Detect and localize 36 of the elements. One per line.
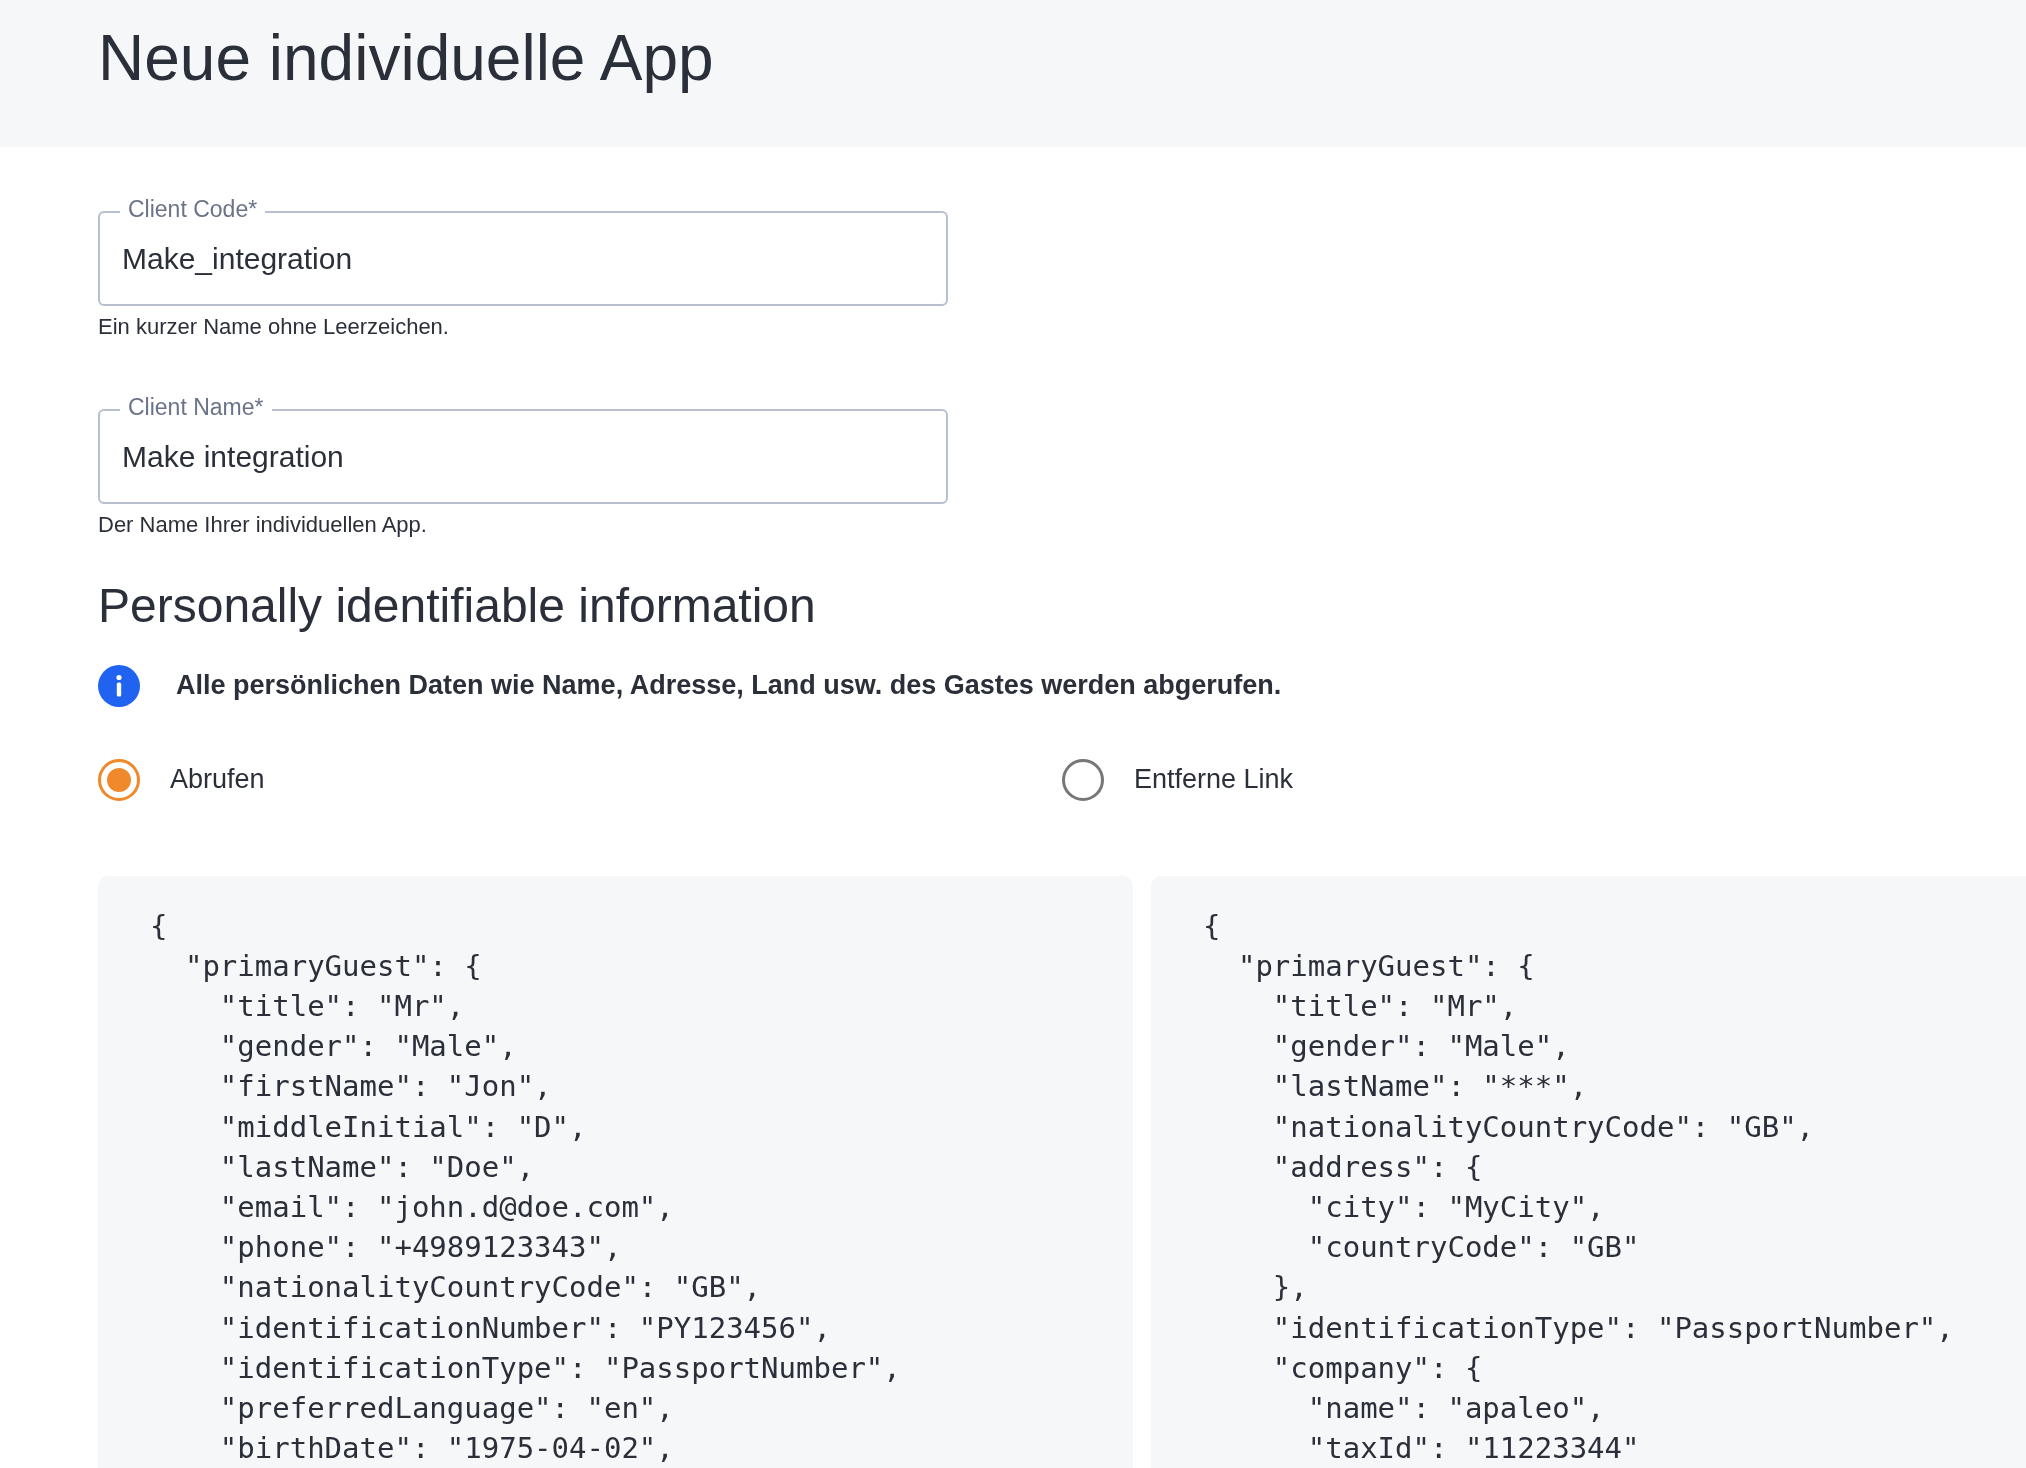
page-title: Neue individuelle App (98, 21, 714, 97)
help-text: Ein kurzer Name ohne Leerzeichen. (98, 313, 450, 341)
code-line: "primaryGuest": { (183, 947, 482, 985)
code-line: "nationalityCountryCode": "GB", (218, 1269, 762, 1307)
code-line: "lastName": "Doe", (218, 1148, 535, 1186)
code-line: "countryCode": "GB" (1306, 1229, 1640, 1267)
section-heading: Personally identifiable information (98, 578, 817, 634)
code-line: "nationalityCountryCode": "GB", (1271, 1108, 1815, 1146)
code-line: "preferredLanguage": "en", (218, 1390, 674, 1428)
radio-option[interactable]: Entferne Link (1062, 758, 2026, 801)
code-line: }, (1271, 1269, 1308, 1307)
radio-option[interactable]: Abrufen (98, 758, 1062, 801)
code-line: "company": { (1271, 1349, 1483, 1387)
info-icon (98, 664, 140, 707)
code-line: "gender": "Male", (1271, 1028, 1570, 1066)
code-line: "firstName": "Jon", (218, 1068, 552, 1106)
code-line: "gender": "Male", (218, 1028, 517, 1066)
help-text: Der Name Ihrer individuellen App. (98, 511, 428, 539)
code-line: "middleInitial": "D", (218, 1108, 587, 1146)
info-message: Alle persönlichen Daten wie Name, Adresse, Land usw. des Gastes werden abgerufen. (176, 669, 1282, 703)
code-line: "taxId": "11223344" (1306, 1430, 1640, 1468)
code-line: "city": "MyCity", (1306, 1189, 1605, 1226)
code-line: "identificationNumber": "PY123456", (218, 1309, 831, 1347)
code-line: "identificationType": "PassportNumber", (218, 1349, 901, 1387)
code-line: "name": "apaleo", (1306, 1390, 1605, 1428)
code-line: "title": "Mr", (1271, 988, 1518, 1025)
code-line: "title": "Mr", (218, 988, 465, 1025)
code-line: "primaryGuest": { (1236, 947, 1535, 985)
code-line: "lastName": "***", (1271, 1068, 1588, 1106)
code-line: { (150, 907, 168, 945)
code-line: "email": "john.d@doe.com", (218, 1189, 674, 1226)
code-line: { (1203, 907, 1221, 945)
code-line: "address": { (1271, 1148, 1483, 1186)
code-line: "phone": "+4989123343", (218, 1229, 622, 1267)
code-line: "birthDate": "1975-04-02", (218, 1430, 674, 1468)
code-line: "identificationType": "PassportNumber", (1271, 1309, 1954, 1347)
